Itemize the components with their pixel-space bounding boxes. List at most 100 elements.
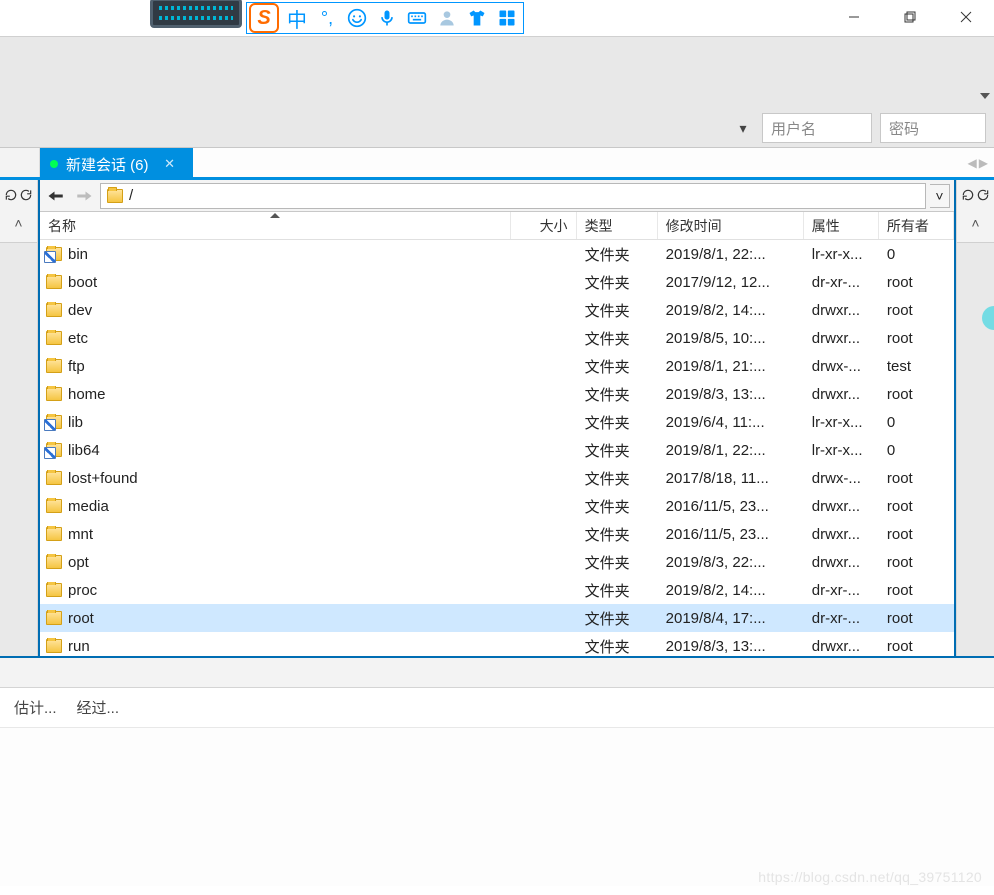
folder-icon bbox=[46, 331, 62, 345]
collapse-right-icon[interactable]: ˄ bbox=[967, 214, 985, 232]
file-list: 名称 大小 类型 修改时间 属性 所有者 bin文件夹2019/8/1, 22:… bbox=[40, 212, 954, 656]
ribbon-overflow-icon[interactable] bbox=[980, 93, 990, 103]
cell-name: lost+found bbox=[40, 470, 511, 487]
cell-name: proc bbox=[40, 582, 511, 599]
tab-next-icon[interactable]: ▶ bbox=[979, 156, 988, 170]
status-elapsed: 经过... bbox=[77, 697, 120, 718]
cell-mtime: 2019/6/4, 11:... bbox=[658, 414, 804, 431]
collapse-left-icon[interactable]: ˄ bbox=[10, 214, 28, 232]
cell-owner: root bbox=[879, 554, 954, 571]
cell-name: opt bbox=[40, 554, 511, 571]
cell-mtime: 2019/8/5, 10:... bbox=[658, 330, 804, 347]
table-row[interactable]: proc文件夹2019/8/2, 14:...dr-xr-...root bbox=[40, 576, 954, 604]
cell-owner: root bbox=[879, 526, 954, 543]
session-tab[interactable]: 新建会话 (6) ✕ bbox=[40, 148, 193, 180]
folder-icon bbox=[46, 387, 62, 401]
cell-type: 文件夹 bbox=[577, 272, 658, 293]
nav-back-button[interactable] bbox=[44, 184, 68, 208]
cell-attr: dr-xr-... bbox=[804, 582, 879, 599]
nav-forward-button[interactable] bbox=[72, 184, 96, 208]
cell-mtime: 2019/8/3, 13:... bbox=[658, 386, 804, 403]
cell-mtime: 2019/8/1, 21:... bbox=[658, 358, 804, 375]
window-controls bbox=[826, 2, 994, 32]
col-header-attr[interactable]: 属性 bbox=[804, 212, 879, 239]
path-input[interactable]: / bbox=[100, 183, 926, 209]
cell-owner: root bbox=[879, 582, 954, 599]
table-row[interactable]: bin文件夹2019/8/1, 22:...lr-xr-x...0 bbox=[40, 240, 954, 268]
path-nav-bar: / ˅ bbox=[40, 180, 954, 212]
path-dropdown-icon[interactable]: ˅ bbox=[930, 184, 950, 208]
file-name: dev bbox=[68, 302, 92, 319]
password-field[interactable]: 密码 bbox=[880, 113, 986, 143]
cell-owner: root bbox=[879, 498, 954, 515]
minimize-button[interactable] bbox=[826, 3, 882, 31]
path-text: / bbox=[129, 187, 133, 204]
file-list-body[interactable]: bin文件夹2019/8/1, 22:...lr-xr-x...0boot文件夹… bbox=[40, 240, 954, 656]
cell-name: root bbox=[40, 610, 511, 627]
cell-attr: drwxr... bbox=[804, 302, 879, 319]
username-field[interactable]: 用户名 bbox=[762, 113, 872, 143]
cell-owner: root bbox=[879, 330, 954, 347]
table-row[interactable]: run文件夹2019/8/3, 13:...drwxr...root bbox=[40, 632, 954, 656]
sogou-logo-icon[interactable]: S bbox=[249, 3, 279, 33]
folder-link-icon bbox=[46, 247, 62, 261]
device-chip-icon bbox=[150, 0, 242, 28]
table-row[interactable]: ftp文件夹2019/8/1, 21:...drwx-...test bbox=[40, 352, 954, 380]
microphone-icon[interactable] bbox=[375, 6, 399, 30]
cell-type: 文件夹 bbox=[577, 244, 658, 265]
table-row[interactable]: mnt文件夹2016/11/5, 23...drwxr...root bbox=[40, 520, 954, 548]
file-name: lost+found bbox=[68, 470, 138, 487]
table-row[interactable]: media文件夹2016/11/5, 23...drwxr...root bbox=[40, 492, 954, 520]
col-header-name[interactable]: 名称 bbox=[40, 212, 511, 239]
right-refresh-button[interactable] bbox=[961, 182, 990, 208]
skin-icon[interactable] bbox=[465, 6, 489, 30]
strip-blank bbox=[0, 242, 37, 656]
col-header-mtime[interactable]: 修改时间 bbox=[658, 212, 804, 239]
tab-close-icon[interactable]: ✕ bbox=[163, 157, 177, 171]
ime-punct-toggle[interactable]: °, bbox=[315, 6, 339, 30]
table-row[interactable]: root文件夹2019/8/4, 17:...dr-xr-...root bbox=[40, 604, 954, 632]
folder-icon bbox=[46, 583, 62, 597]
sort-asc-icon bbox=[270, 213, 280, 218]
ime-lang-toggle[interactable]: 中 bbox=[285, 6, 309, 30]
cell-mtime: 2016/11/5, 23... bbox=[658, 498, 804, 515]
cell-attr: drwxr... bbox=[804, 386, 879, 403]
log-area bbox=[0, 728, 994, 886]
table-row[interactable]: boot文件夹2017/9/12, 12...dr-xr-...root bbox=[40, 268, 954, 296]
toolbox-icon[interactable] bbox=[495, 6, 519, 30]
maximize-button[interactable] bbox=[882, 3, 938, 31]
col-header-owner[interactable]: 所有者 bbox=[879, 212, 954, 239]
cell-type: 文件夹 bbox=[577, 608, 658, 629]
file-name: root bbox=[68, 610, 94, 627]
col-header-size[interactable]: 大小 bbox=[511, 212, 576, 239]
emoji-icon[interactable] bbox=[345, 6, 369, 30]
keyboard-icon[interactable] bbox=[405, 6, 429, 30]
cell-owner: 0 bbox=[879, 414, 954, 431]
cell-owner: 0 bbox=[879, 442, 954, 459]
user-login-icon[interactable] bbox=[435, 6, 459, 30]
host-dropdown-icon[interactable]: ▾ bbox=[732, 117, 754, 139]
col-header-type[interactable]: 类型 bbox=[577, 212, 658, 239]
cell-name: ftp bbox=[40, 358, 511, 375]
table-row[interactable]: lost+found文件夹2017/8/18, 11...drwx-...roo… bbox=[40, 464, 954, 492]
cell-attr: dr-xr-... bbox=[804, 610, 879, 627]
status-estimate: 估计... bbox=[14, 697, 57, 718]
cell-mtime: 2019/8/1, 22:... bbox=[658, 442, 804, 459]
cell-mtime: 2017/8/18, 11... bbox=[658, 470, 804, 487]
tab-prev-icon[interactable]: ◀ bbox=[968, 156, 977, 170]
table-row[interactable]: lib文件夹2019/6/4, 11:...lr-xr-x...0 bbox=[40, 408, 954, 436]
table-row[interactable]: opt文件夹2019/8/3, 22:...drwxr...root bbox=[40, 548, 954, 576]
left-refresh-button[interactable] bbox=[4, 182, 33, 208]
table-row[interactable]: dev文件夹2019/8/2, 14:...drwxr...root bbox=[40, 296, 954, 324]
table-row[interactable]: etc文件夹2019/8/5, 10:...drwxr...root bbox=[40, 324, 954, 352]
refresh-icon bbox=[976, 188, 990, 202]
cell-type: 文件夹 bbox=[577, 524, 658, 545]
close-button[interactable] bbox=[938, 3, 994, 31]
folder-icon bbox=[46, 555, 62, 569]
cell-owner: test bbox=[879, 358, 954, 375]
folder-icon bbox=[46, 359, 62, 373]
table-row[interactable]: lib64文件夹2019/8/1, 22:...lr-xr-x...0 bbox=[40, 436, 954, 464]
ribbon-area: ▾ 用户名 密码 bbox=[0, 36, 994, 148]
quick-connect-group: ▾ 用户名 密码 bbox=[732, 113, 986, 143]
table-row[interactable]: home文件夹2019/8/3, 13:...drwxr...root bbox=[40, 380, 954, 408]
